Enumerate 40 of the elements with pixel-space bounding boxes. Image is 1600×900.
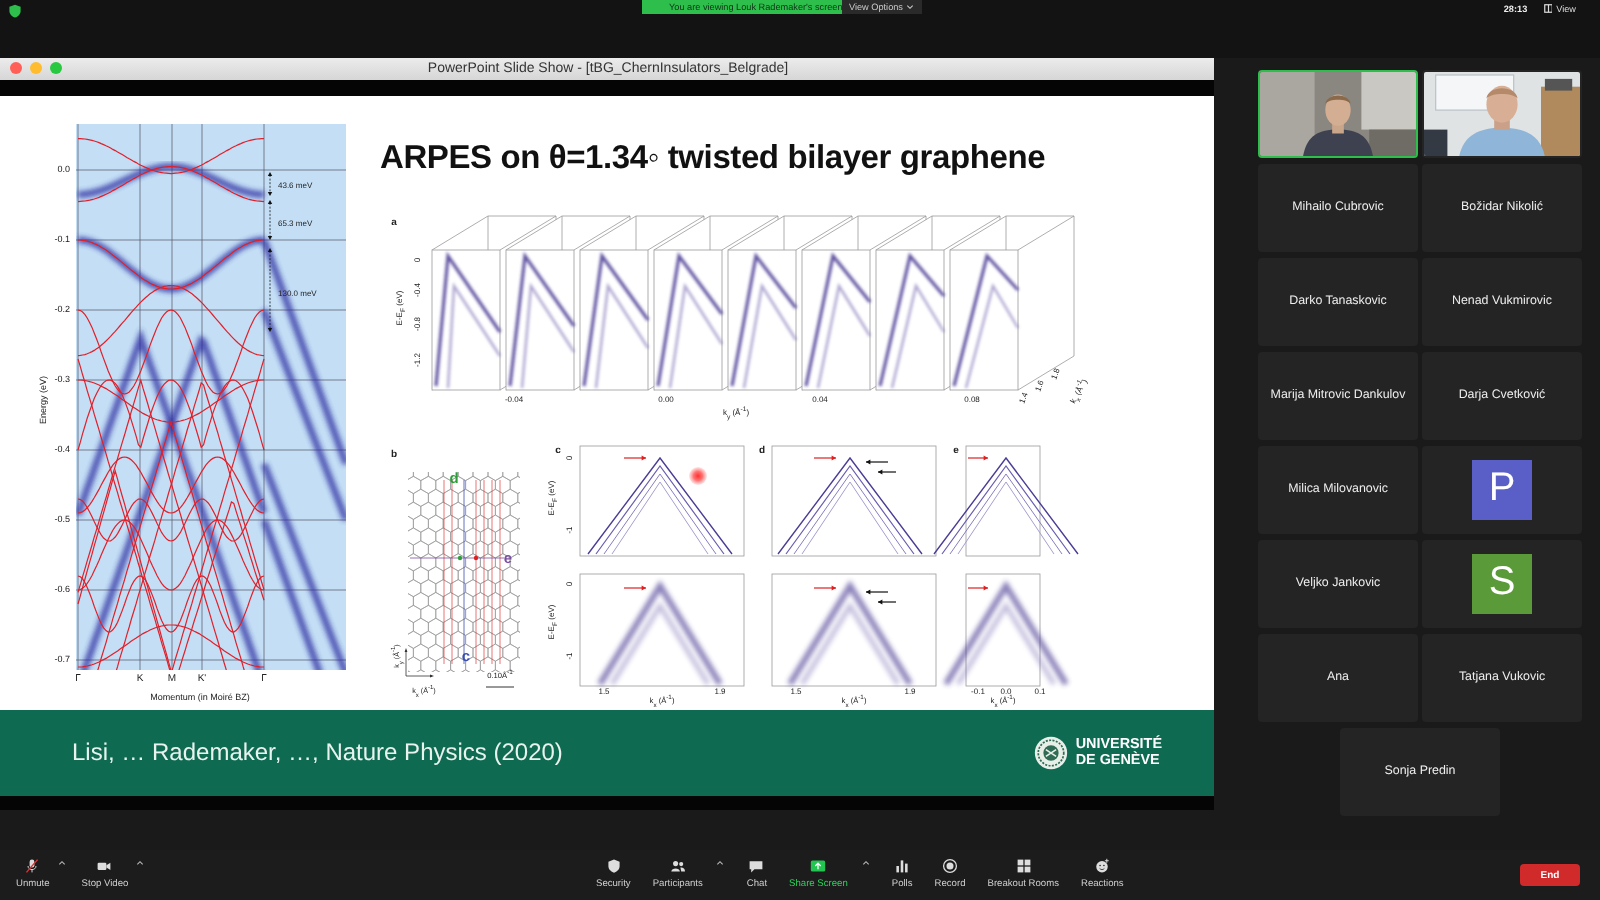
arrow xyxy=(865,459,889,464)
arrow xyxy=(813,455,837,460)
double-arrow xyxy=(267,199,273,240)
muted-microphone-icon xyxy=(24,857,41,874)
grid-icon xyxy=(1543,4,1553,14)
arrow xyxy=(623,585,647,590)
shield-icon xyxy=(605,857,622,874)
double-arrow xyxy=(267,247,273,332)
arrow xyxy=(967,455,989,460)
grid-icon xyxy=(1015,857,1032,874)
citation: Lisi, … Rademaker, …, Nature Physics (2020) xyxy=(72,738,563,767)
arrow xyxy=(877,469,897,474)
smiley-icon xyxy=(1094,857,1111,874)
shield-icon[interactable] xyxy=(8,4,22,18)
axes-icon xyxy=(404,647,434,677)
participant-tile[interactable]: P xyxy=(1422,445,1582,534)
arrow xyxy=(865,589,889,594)
caret-icon[interactable] xyxy=(861,859,870,866)
arrow xyxy=(813,585,837,590)
arrow xyxy=(967,585,989,590)
caret-icon xyxy=(906,4,915,10)
double-arrow xyxy=(267,171,273,196)
chat-bubble-icon xyxy=(748,857,765,874)
record-icon xyxy=(942,857,959,874)
arrow xyxy=(623,455,647,460)
bar-chart-icon xyxy=(894,857,911,874)
spectrum-plot xyxy=(943,573,1069,686)
share-screen-icon xyxy=(810,857,827,874)
caret-icon[interactable] xyxy=(136,859,145,866)
avatar-initial: S xyxy=(1472,553,1532,614)
scale-bar xyxy=(485,686,515,687)
slide-title: ARPES on θ=1.34◦ twisted bilayer graphene xyxy=(380,139,1046,178)
avatar-initial: P xyxy=(1472,459,1532,520)
caret-icon[interactable] xyxy=(57,859,66,866)
pointer-dot xyxy=(689,466,707,485)
arrow xyxy=(877,599,897,604)
caret-icon[interactable] xyxy=(716,859,725,866)
seal-icon xyxy=(1033,735,1068,770)
people-icon xyxy=(669,857,686,874)
video-camera-icon xyxy=(96,857,113,874)
